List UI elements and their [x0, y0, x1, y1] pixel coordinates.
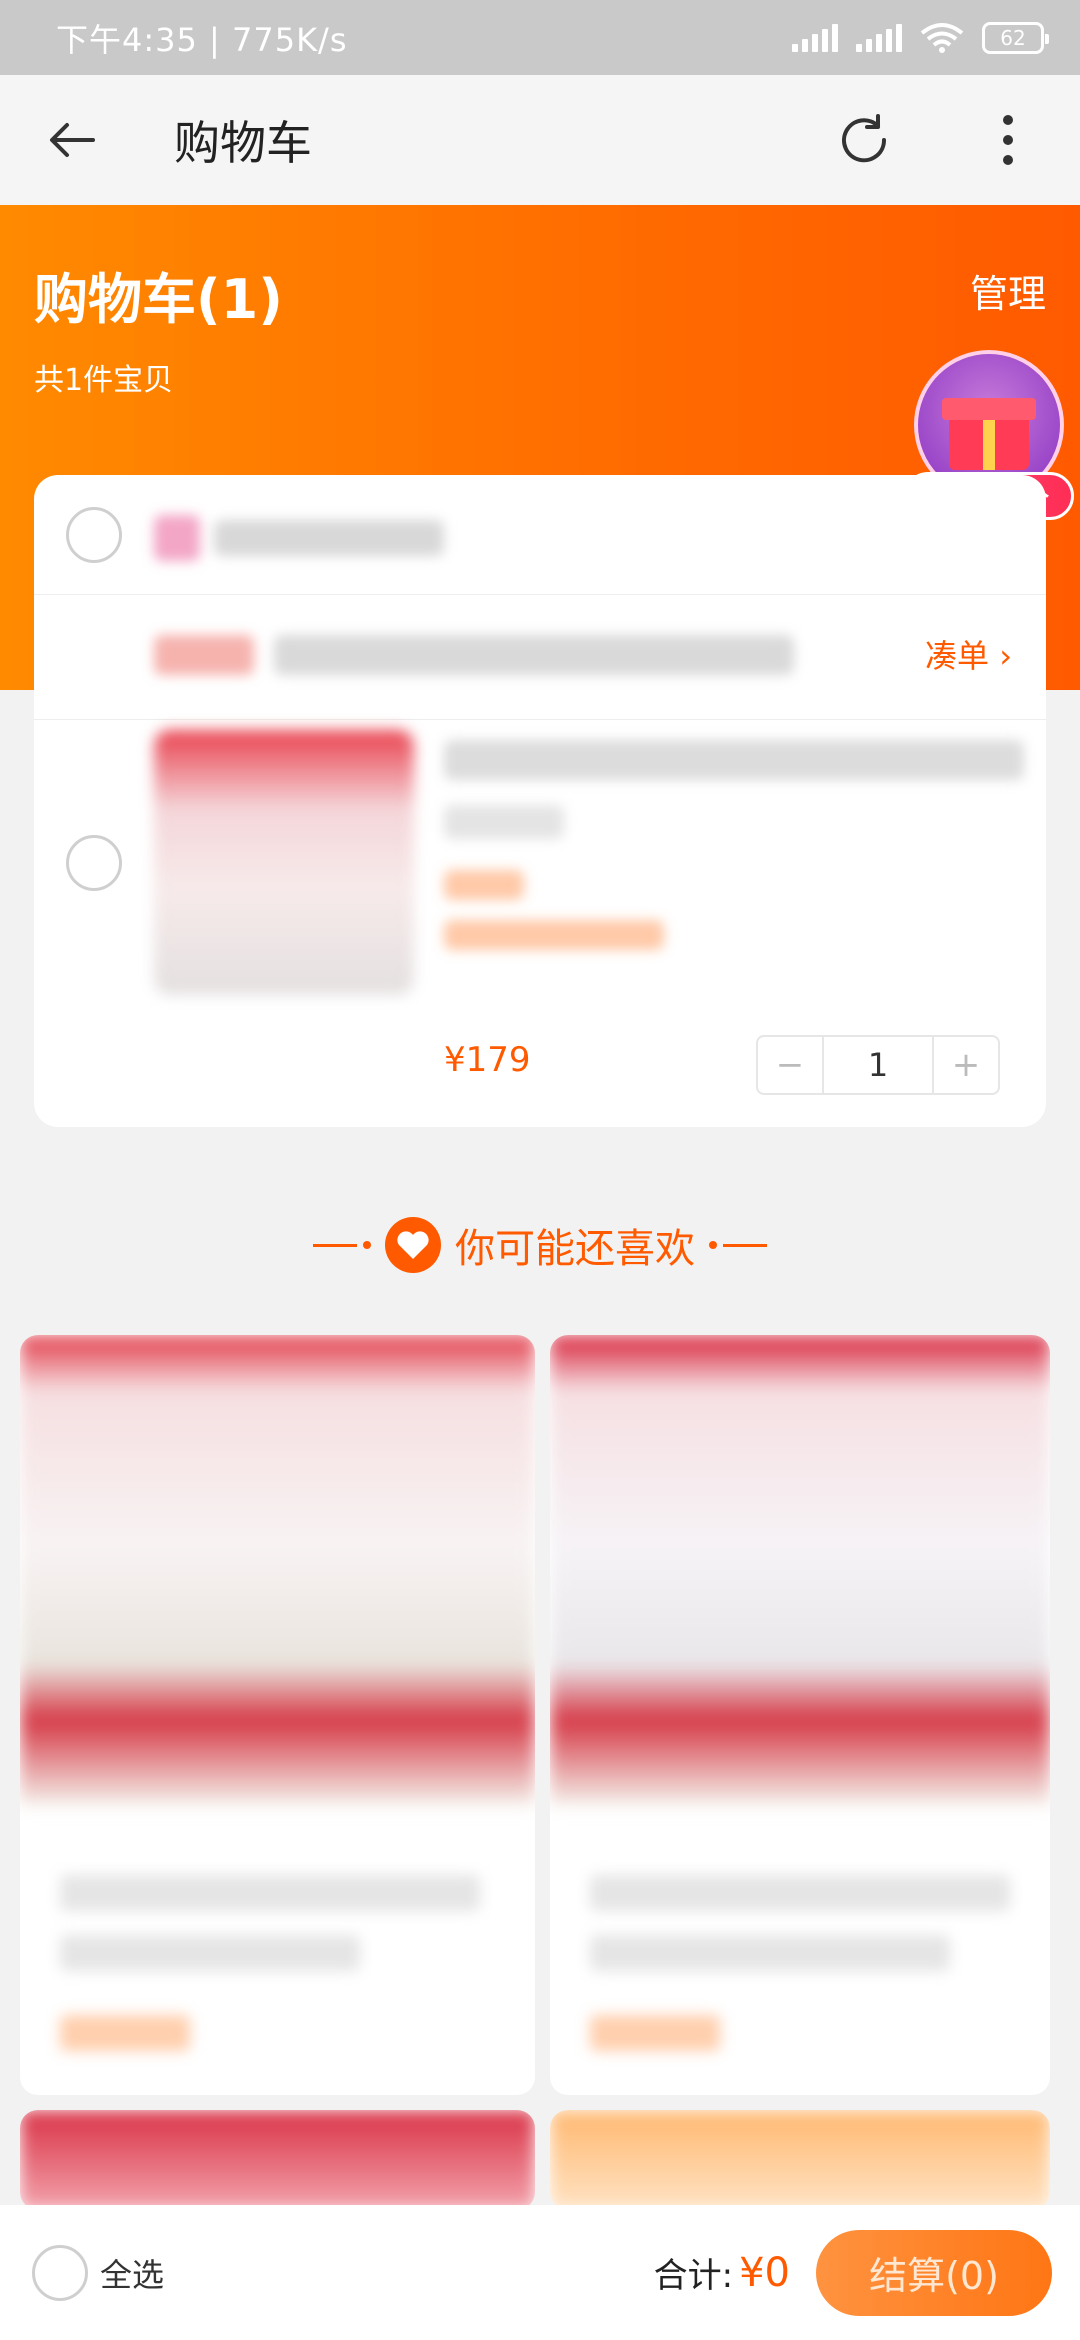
promo-text [274, 635, 794, 675]
promo-row: 凑单 › [34, 595, 1046, 720]
divider-left [313, 1241, 371, 1249]
recommend-card[interactable] [550, 1335, 1050, 2095]
status-bar: 下午4:35 | 775K/s 62 [0, 0, 1080, 75]
item-spec [444, 805, 564, 839]
select-all-label[interactable]: 全选 [100, 2250, 164, 2296]
quantity-plus-button[interactable]: + [934, 1037, 998, 1093]
cart-title: 购物车(1) [34, 268, 283, 331]
checkout-bar: 全选 合计: ¥0 结算(0) [0, 2205, 1080, 2340]
item-image[interactable] [154, 730, 414, 995]
recommend-card-price [590, 2015, 720, 2051]
chevron-right-icon: › [999, 637, 1012, 675]
back-button[interactable] [40, 108, 104, 172]
shop-row [34, 475, 1046, 595]
page-title: 购物车 [174, 116, 312, 170]
recommend-card-image [550, 2110, 1050, 2210]
manage-button[interactable]: 管理 [970, 263, 1046, 318]
shop-logo [154, 515, 200, 561]
coudan-link[interactable]: 凑单 › [925, 631, 1012, 677]
total-label: 合计: [653, 2256, 734, 2296]
gift-lid [942, 398, 1036, 420]
quantity-stepper: − 1 + [756, 1035, 1000, 1095]
item-price: ¥179 [444, 1040, 531, 1080]
more-button[interactable] [976, 108, 1040, 172]
recommend-card[interactable] [550, 2110, 1050, 2210]
heart-icon [385, 1217, 441, 1273]
recommend-card-image [20, 1335, 535, 1805]
top-nav: 购物车 [0, 75, 1080, 205]
wifi-icon [920, 22, 964, 53]
signal-icon [792, 23, 838, 52]
quantity-value[interactable]: 1 [822, 1037, 934, 1093]
divider-right [709, 1241, 767, 1249]
more-vertical-icon [1003, 115, 1013, 165]
recommend-title: 你可能还喜欢 [455, 1226, 695, 1272]
status-time-speed: 下午4:35 | 775K/s [56, 20, 348, 59]
recommend-card[interactable] [20, 2110, 535, 2210]
recommend-card-title-2 [590, 1935, 950, 1971]
item-title [444, 740, 1024, 780]
recommend-card-title [60, 1875, 480, 1911]
recommend-header: 你可能还喜欢 [0, 1210, 1080, 1280]
item-select-radio[interactable] [66, 835, 122, 891]
promo-tag [154, 635, 254, 675]
cart-shop-card: 凑单 › ¥179 − 1 + [34, 475, 1046, 1127]
recommend-card[interactable] [20, 1335, 535, 2095]
cart-item-count: 共1件宝贝 [34, 363, 174, 398]
recommend-card-price [60, 2015, 190, 2051]
select-all-radio[interactable] [32, 2244, 88, 2301]
shop-select-radio[interactable] [66, 507, 122, 563]
recommend-card-title-2 [60, 1935, 360, 1971]
refresh-icon [842, 114, 887, 163]
quantity-minus-button[interactable]: − [758, 1037, 822, 1093]
shop-name [214, 520, 444, 556]
arrow-left-icon [50, 123, 95, 157]
total-value: ¥0 [739, 2249, 790, 2296]
battery-icon: 62 [982, 21, 1049, 54]
recommend-card-title [590, 1875, 1010, 1911]
battery-level: 62 [1000, 25, 1026, 50]
checkout-button[interactable]: 结算(0) [816, 2229, 1052, 2316]
recommend-card-image [20, 2110, 535, 2210]
hd-signal-icon [856, 23, 902, 52]
item-tag [444, 870, 524, 900]
refresh-button[interactable] [832, 108, 896, 172]
recommend-card-image [550, 1335, 1050, 1805]
coudan-label: 凑单 [925, 637, 990, 675]
item-tag-2 [444, 920, 664, 950]
